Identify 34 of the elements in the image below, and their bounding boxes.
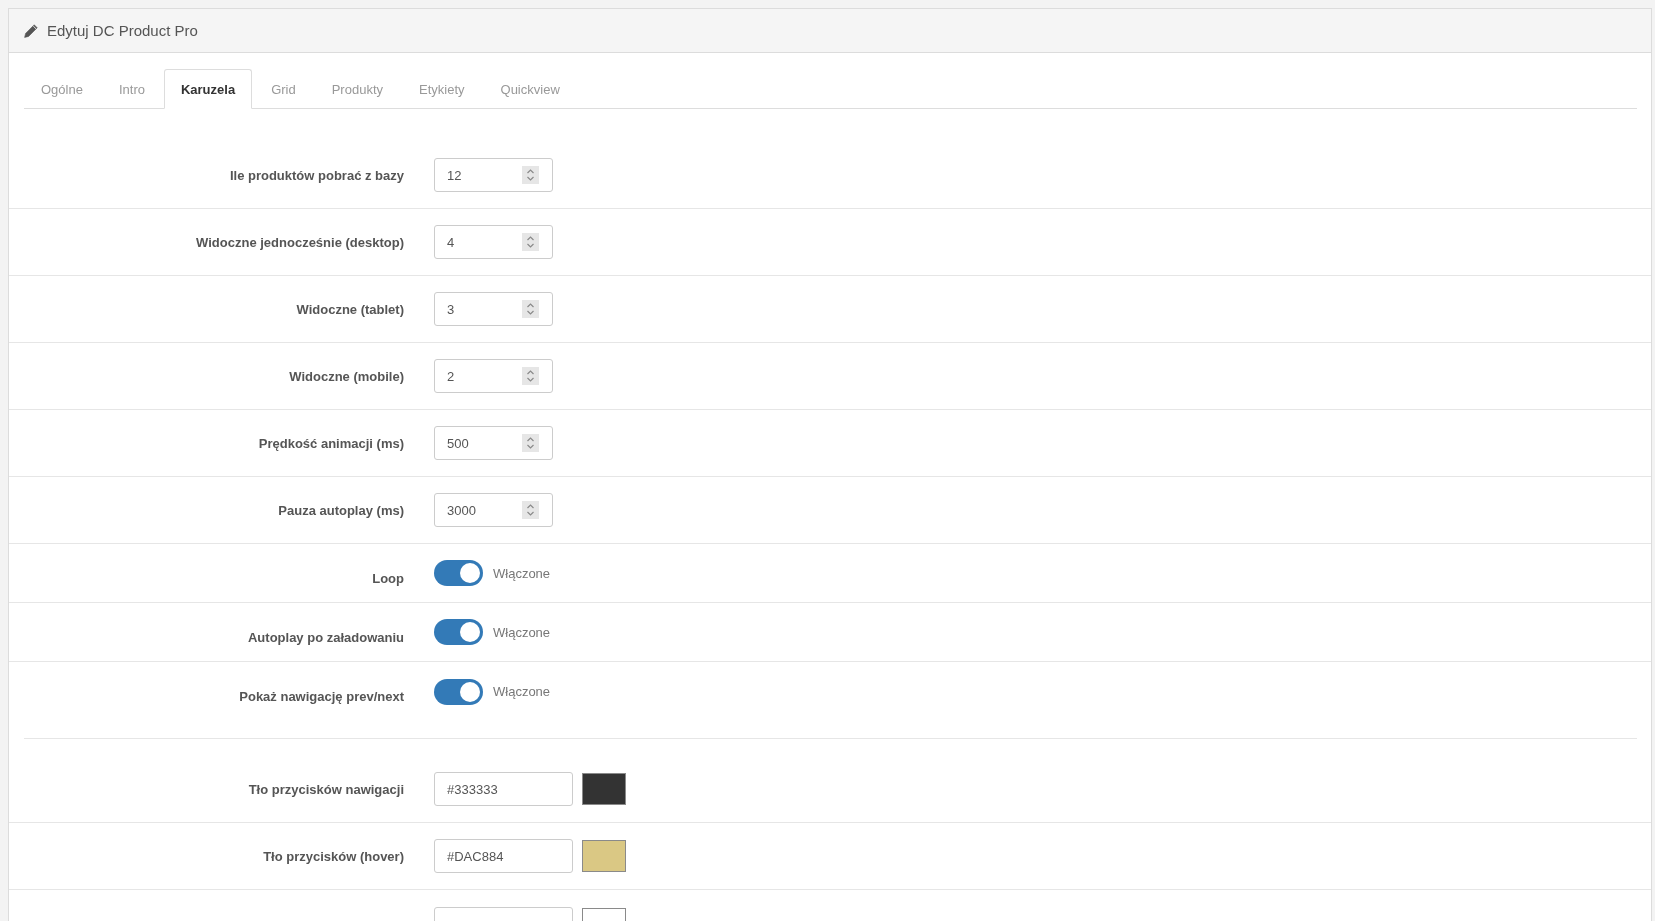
toggle-switch[interactable] (434, 619, 483, 645)
field-label: Widoczne (tablet) (296, 301, 404, 317)
field-label: Tło przycisków nawigacji (248, 781, 404, 797)
toggle-state-text: Włączone (493, 624, 551, 640)
panel-title: Edytuj DC Product Pro (47, 22, 198, 39)
field-label: Widoczne jednocześnie (desktop) (196, 234, 404, 250)
toggle-state-text: Włączone (493, 684, 551, 699)
number-field[interactable]: 3 (434, 292, 553, 326)
spin-arrows-icon[interactable] (522, 501, 539, 519)
spin-arrows-icon[interactable] (522, 166, 539, 184)
field-label: Autoplay po załadowaniu (248, 629, 404, 645)
field-label: Loop (372, 570, 404, 586)
pencil-icon (24, 23, 38, 38)
field-label: Pokaż nawigację prev/next (239, 689, 404, 704)
field-label: Ile produktów pobrać z bazy (229, 167, 404, 183)
spin-arrows-icon[interactable] (522, 233, 539, 251)
field-label: Prędkość animacji (ms) (258, 435, 404, 451)
number-field[interactable]: 2 (434, 359, 553, 393)
color-field[interactable]: #DAC884 (434, 839, 573, 873)
tab[interactable]: Karuzela (163, 69, 253, 109)
color-field[interactable]: #333333 (434, 772, 573, 806)
toggle-switch[interactable] (434, 560, 483, 586)
number-field[interactable]: 12 (434, 158, 553, 192)
toggle-state-text: Włączone (493, 565, 551, 581)
number-field[interactable]: 4 (434, 225, 553, 259)
spin-arrows-icon[interactable] (522, 367, 539, 385)
field-label: Tło przycisków (hover) (263, 848, 404, 864)
toggle-switch[interactable] (434, 678, 483, 705)
field-label: Pauza autoplay (ms) (278, 502, 404, 518)
spin-arrows-icon[interactable] (522, 300, 539, 318)
field-label: Widoczne (mobile) (289, 368, 404, 384)
spin-arrows-icon[interactable] (522, 434, 539, 452)
number-field[interactable]: 3000 (434, 493, 553, 527)
number-field[interactable]: 500 (434, 426, 553, 460)
